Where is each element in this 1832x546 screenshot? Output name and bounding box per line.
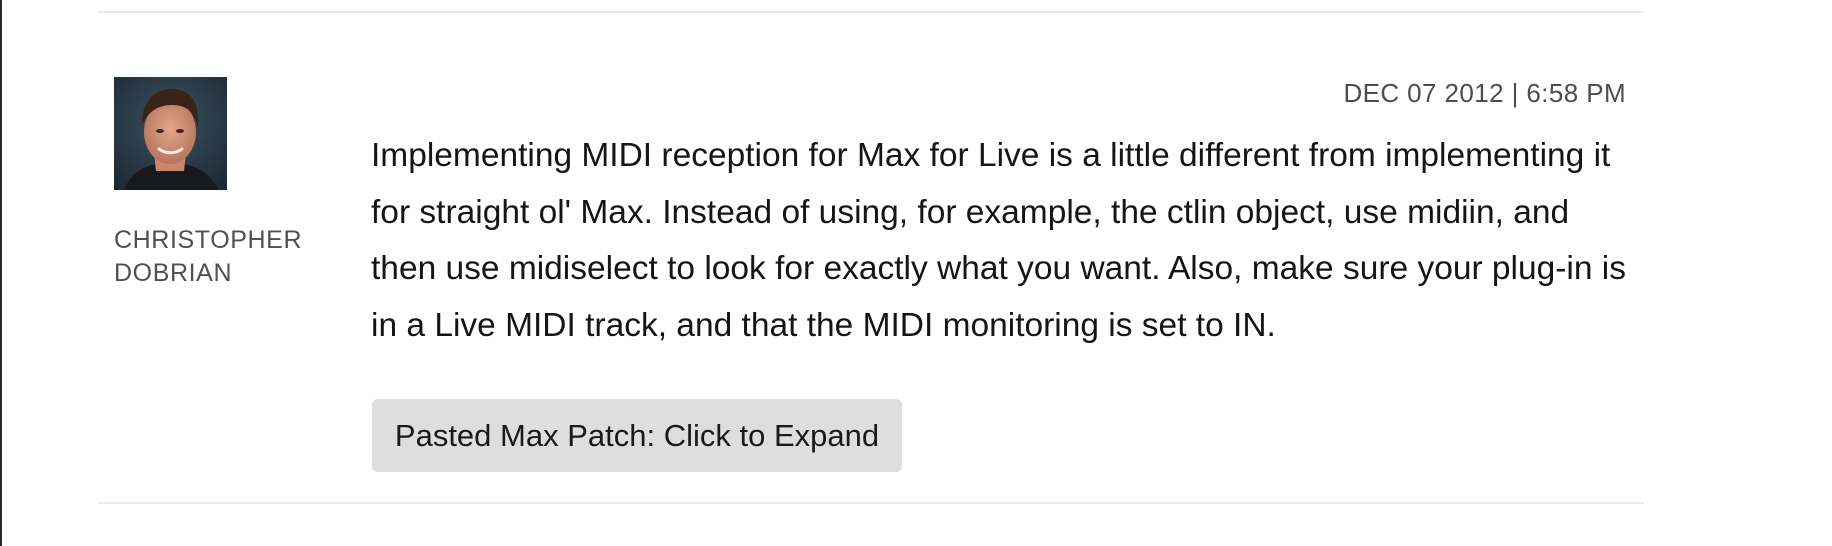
comment-page: CHRISTOPHER DOBRIAN DEC 07 2012 | 6:58 P… [0,0,1832,546]
avatar[interactable] [114,77,227,190]
bottom-divider [98,502,1644,504]
comment-timestamp: DEC 07 2012 | 6:58 PM [1343,78,1626,108]
author-last-name: DOBRIAN [114,259,233,287]
author-name[interactable]: CHRISTOPHER DOBRIAN [114,224,334,290]
window-left-border [0,0,2,546]
comment-body: Implementing MIDI reception for Max for … [371,137,1626,344]
author-first-name: CHRISTOPHER [114,226,303,254]
top-divider [98,11,1644,13]
expand-patch-button[interactable]: Pasted Max Patch: Click to Expand [372,399,902,472]
